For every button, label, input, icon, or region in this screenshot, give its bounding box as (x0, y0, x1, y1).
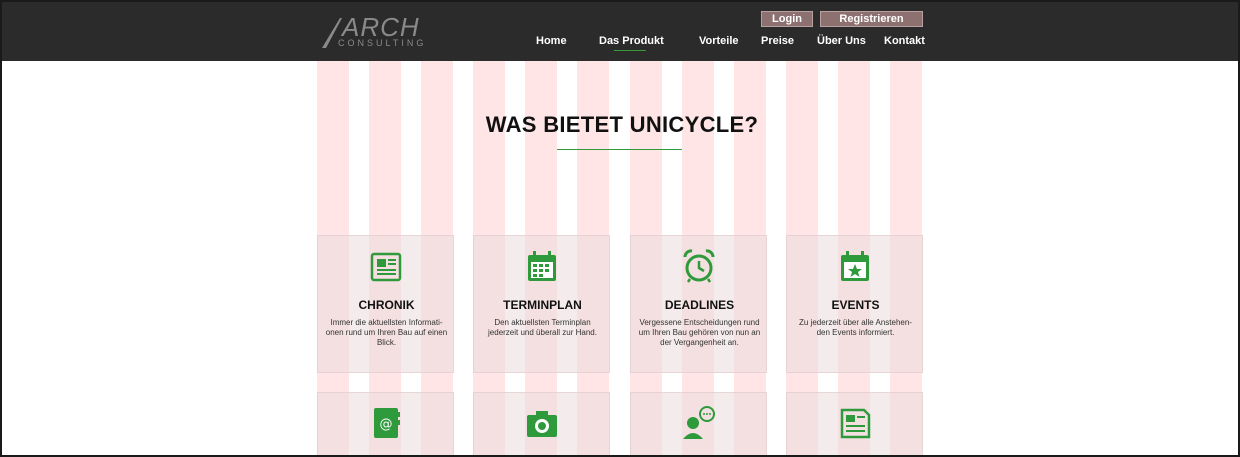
card-description: Vergessene Entscheidungen rund um Ihren … (638, 318, 761, 347)
alarm-clock-icon (683, 249, 715, 283)
grid-column-overlay (421, 2, 453, 455)
feature-card-chronik[interactable]: CHRONIK Immer die aktuellsten Informati-… (317, 235, 454, 373)
grid-column-overlay (838, 2, 870, 455)
card-title: CHRONIK (358, 298, 415, 312)
card-title: DEADLINES (664, 298, 735, 312)
address-book-icon: @ (374, 408, 400, 438)
grid-column-overlay (577, 2, 609, 455)
svg-text:@: @ (380, 417, 393, 432)
grid-column-overlay (473, 2, 505, 455)
camera-icon (527, 411, 557, 437)
card-description: Immer die aktuellsten Informati-onen run… (325, 318, 448, 347)
card-description: Den aktuellsten Terminplan jederzeit und… (488, 318, 597, 337)
grid-column-overlay (890, 2, 922, 455)
feature-card-7[interactable] (630, 392, 767, 455)
card-description: Zu jederzeit über alle Anstehen-den Even… (799, 318, 912, 337)
calendar-icon (528, 251, 556, 281)
nav-das-produkt[interactable]: Das Produkt (599, 35, 664, 47)
browser-viewport: ARCH CONSULTING Login Registrieren Home … (0, 0, 1240, 457)
grid-column-overlay (369, 2, 401, 455)
logo-tagline: CONSULTING (338, 38, 427, 48)
active-nav-indicator (614, 50, 646, 51)
newspaper-icon (370, 252, 402, 282)
grid-column-overlay (682, 2, 714, 455)
heading-divider (557, 149, 682, 150)
nav-ueber-uns[interactable]: Über Uns (817, 35, 866, 47)
feature-card-8[interactable] (786, 392, 923, 455)
card-title: TERMINPLAN (503, 298, 582, 312)
feature-card-events[interactable]: EVENTS Zu jederzeit über alle Anstehen-d… (786, 235, 923, 373)
feature-card-5[interactable]: @ (317, 392, 454, 455)
login-button[interactable]: Login (761, 11, 813, 27)
top-navigation-bar: ARCH CONSULTING Login Registrieren Home … (2, 2, 1238, 61)
arch-consulting-logo[interactable]: ARCH CONSULTING (320, 12, 425, 52)
register-button[interactable]: Registrieren (820, 11, 923, 27)
calendar-star-icon (841, 251, 869, 281)
nav-home[interactable]: Home (536, 35, 567, 47)
grid-column-overlay (630, 2, 662, 455)
chat-user-icon (683, 406, 715, 439)
document-icon (840, 408, 871, 439)
section-heading: WAS BIETET UNICYCLE? (485, 112, 759, 137)
nav-kontakt[interactable]: Kontakt (884, 35, 925, 47)
feature-card-terminplan[interactable]: TERMINPLAN Den aktuellsten Terminplan je… (473, 235, 610, 373)
grid-column-overlay (734, 2, 766, 455)
grid-column-overlay (525, 2, 557, 455)
grid-column-overlay (317, 2, 349, 455)
card-title: EVENTS (831, 298, 880, 312)
feature-card-deadlines[interactable]: DEADLINES Vergessene Entscheidungen rund… (630, 235, 767, 373)
feature-card-6[interactable] (473, 392, 610, 455)
nav-preise[interactable]: Preise (761, 35, 794, 47)
grid-column-overlay (786, 2, 818, 455)
nav-vorteile[interactable]: Vorteile (699, 35, 739, 47)
